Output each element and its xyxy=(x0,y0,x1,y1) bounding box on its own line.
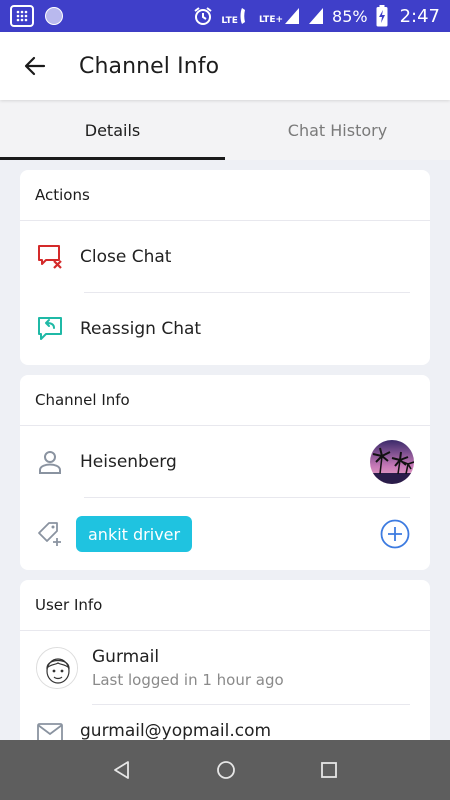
tag-chip[interactable]: ankit driver xyxy=(76,516,193,552)
channel-info-header: Channel Info xyxy=(20,375,430,426)
tab-bar: Details Chat History xyxy=(0,100,450,160)
user-name: Gurmail xyxy=(92,647,160,667)
alarm-icon xyxy=(194,7,212,25)
battery-charging-icon xyxy=(376,5,388,27)
reassign-chat-icon xyxy=(38,317,62,340)
phone-signal-icon xyxy=(240,8,245,24)
actions-card: Actions Close Chat Reassign Chat xyxy=(20,170,430,365)
contact-name: Heisenberg xyxy=(80,452,177,472)
battery-percentage: 85% xyxy=(332,6,368,26)
user-info-card: User Info Gurmail Last logged in 1 hour … xyxy=(20,580,430,760)
tab-chat-history[interactable]: Chat History xyxy=(225,100,450,160)
palm-tree-sunset-image xyxy=(370,440,414,484)
navigation-bar xyxy=(0,740,450,800)
nav-recents-icon[interactable] xyxy=(320,761,338,779)
cartoon-face-icon xyxy=(37,648,77,688)
network-type-label-2: LTE+ xyxy=(258,15,284,25)
signal-strength-icon-2 xyxy=(309,8,324,24)
nav-back-icon[interactable] xyxy=(112,760,132,780)
add-tag-button[interactable] xyxy=(380,519,410,549)
user-avatar[interactable] xyxy=(36,647,78,689)
arrow-left-icon xyxy=(24,56,46,76)
close-chat-label: Close Chat xyxy=(80,247,172,267)
nav-home-icon[interactable] xyxy=(216,760,236,780)
clock: 2:47 xyxy=(399,5,440,27)
reassign-chat-label: Reassign Chat xyxy=(80,319,202,339)
status-bar: LTE LTE+ 85% 2:47 xyxy=(0,0,450,32)
close-chat-action[interactable]: Close Chat xyxy=(20,221,430,293)
contact-row: Heisenberg xyxy=(20,426,430,498)
person-icon xyxy=(39,451,61,474)
add-tag-icon xyxy=(38,522,61,546)
reassign-chat-action[interactable]: Reassign Chat xyxy=(20,293,430,365)
keypad-notification-icon xyxy=(10,5,34,27)
user-info-header: User Info xyxy=(20,580,430,631)
last-seen-text: Last logged in 1 hour ago xyxy=(92,671,284,689)
channel-info-card: Channel Info Heisenberg ankit driver xyxy=(20,375,430,570)
contact-avatar[interactable] xyxy=(370,440,414,484)
tags-row: ankit driver xyxy=(20,498,430,570)
actions-header: Actions xyxy=(20,170,430,221)
close-chat-icon xyxy=(38,245,62,269)
app-bar: Channel Info xyxy=(0,32,450,100)
signal-strength-icon xyxy=(285,8,300,24)
user-email: gurmail@yopmail.com xyxy=(80,721,272,741)
tab-details[interactable]: Details xyxy=(0,100,225,160)
app-notification-icon xyxy=(45,7,63,25)
plus-circle-icon xyxy=(380,519,410,549)
network-type-label: LTE xyxy=(221,16,238,26)
page-title: Channel Info xyxy=(79,53,220,79)
user-row: Gurmail Last logged in 1 hour ago xyxy=(20,631,430,705)
back-button[interactable] xyxy=(0,32,70,100)
